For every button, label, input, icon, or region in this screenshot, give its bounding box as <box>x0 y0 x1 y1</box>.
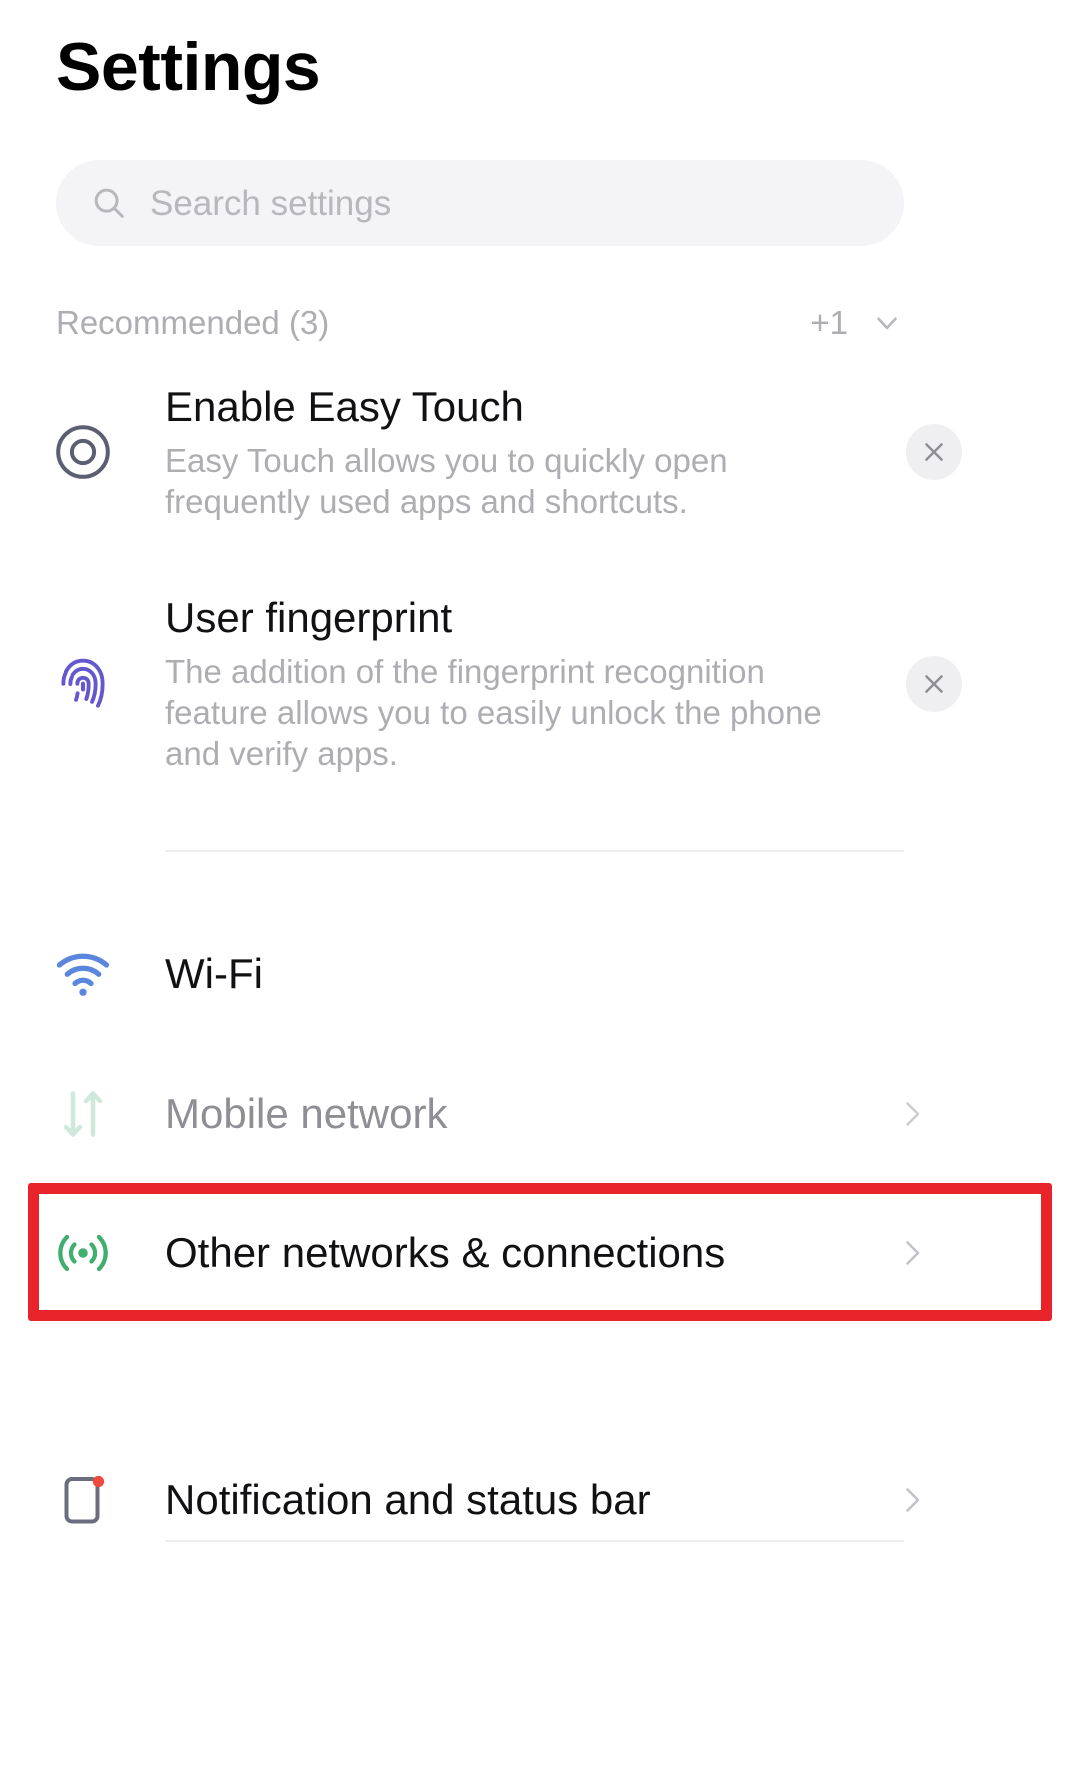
search-icon <box>90 184 128 222</box>
sidebar-item-mobile-network[interactable]: Mobile network <box>0 1046 1080 1182</box>
recommendation-description: The addition of the fingerprint recognit… <box>165 652 822 773</box>
sidebar-item-other-networks-and-connections[interactable]: Other networks & connections <box>0 1185 1080 1321</box>
recommended-section-header[interactable]: Recommended (3) +1 <box>56 300 904 346</box>
close-icon <box>925 675 943 693</box>
sidebar-item-notification-and-status-bar[interactable]: Notification and status bar <box>0 1432 1080 1568</box>
sidebar-item-label: Wi-Fi <box>165 949 263 997</box>
sidebar-item-label: Mobile network <box>165 1089 448 1137</box>
broadcast-signal-icon <box>0 1223 165 1283</box>
sidebar-item-label: Other networks & connections <box>165 1228 726 1276</box>
chevron-right-icon[interactable] <box>894 1235 930 1271</box>
notification-badge-icon <box>0 1470 165 1530</box>
settings-screen: Settings Search settings Recommended (3)… <box>0 0 1080 1768</box>
search-placeholder-text: Search settings <box>150 183 392 223</box>
page-title: Settings <box>56 29 321 105</box>
section-divider <box>165 850 904 852</box>
recommendation-card-user-fingerprint[interactable]: User fingerprint The addition of the fin… <box>0 584 1080 784</box>
search-input[interactable]: Search settings <box>56 160 904 246</box>
dismiss-recommendation-button[interactable] <box>906 424 962 480</box>
recommendation-card-easy-touch[interactable]: Enable Easy Touch Easy Touch allows you … <box>0 382 1080 522</box>
chevron-right-icon[interactable] <box>894 1096 930 1132</box>
close-icon <box>925 443 943 461</box>
recommendation-title: User fingerprint <box>165 594 453 642</box>
easy-touch-icon <box>0 421 165 483</box>
wifi-icon <box>0 944 165 1004</box>
fingerprint-icon <box>0 653 165 715</box>
sidebar-item-wifi[interactable]: Wi-Fi <box>0 906 1080 1042</box>
recommended-extra-count: +1 <box>810 304 848 341</box>
chevron-down-icon[interactable] <box>870 306 904 340</box>
chevron-right-icon[interactable] <box>894 1482 930 1518</box>
mobile-network-icon <box>0 1084 165 1144</box>
sidebar-item-label: Notification and status bar <box>165 1475 651 1523</box>
recommended-label: Recommended (3) <box>56 304 330 341</box>
dismiss-recommendation-button[interactable] <box>906 656 962 712</box>
recommendation-title: Enable Easy Touch <box>165 382 524 430</box>
recommendation-description: Easy Touch allows you to quickly open fr… <box>165 441 728 520</box>
